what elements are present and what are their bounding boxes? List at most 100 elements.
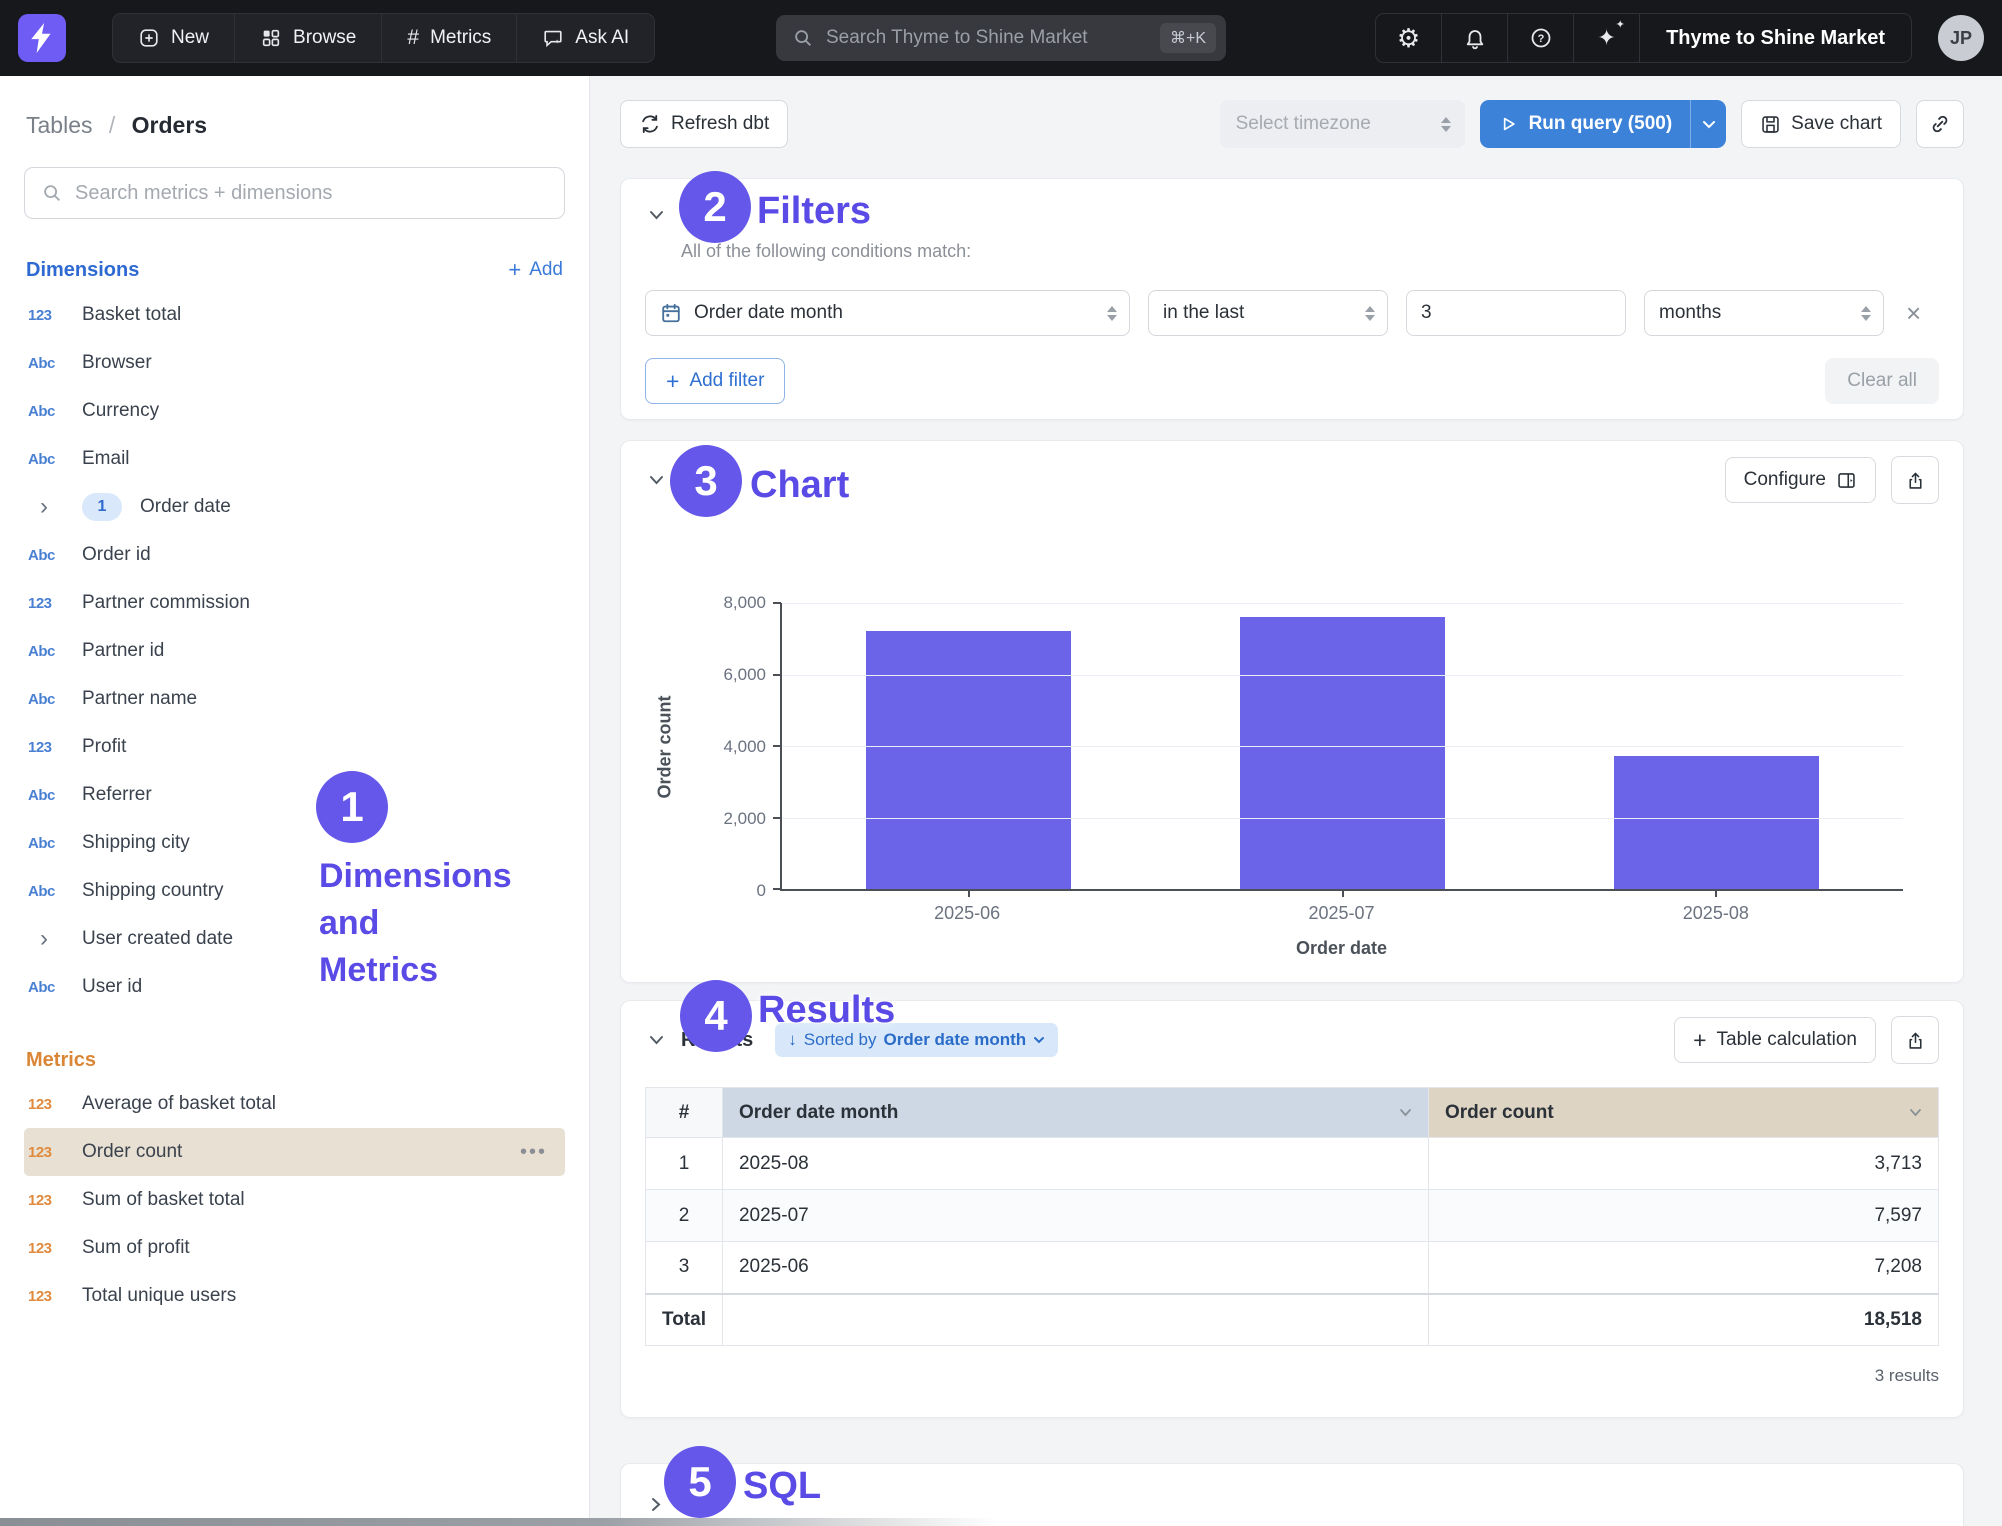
x-axis-title: Order date — [780, 938, 1903, 959]
filters-collapse-chevron[interactable] — [645, 210, 667, 220]
breadcrumb-tables-link[interactable]: Tables — [26, 112, 92, 138]
metric-item[interactable]: 123 Order count ••• — [24, 1128, 565, 1176]
main-menu: New Browse # Metrics Ask AI — [112, 13, 655, 63]
run-query-button[interactable]: Run query (500) — [1480, 100, 1691, 148]
settings-button[interactable]: ⚙ — [1376, 14, 1442, 62]
filter-rule-row: Order date month in the last months — [645, 290, 1939, 336]
dimension-item[interactable]: Abc Referrer — [24, 771, 565, 819]
sorted-by-chip[interactable]: ↓ Sorted by Order date month — [775, 1023, 1058, 1057]
bar-2025-07[interactable] — [1240, 617, 1445, 889]
dimension-column-header[interactable]: Order date month — [722, 1088, 1428, 1138]
table-row: 22025-077,597 — [646, 1190, 1939, 1242]
dimension-item[interactable]: Abc Order id — [24, 531, 565, 579]
help-icon: ? — [1529, 26, 1553, 50]
filter-unit-select[interactable]: months — [1644, 290, 1884, 336]
dimension-item[interactable]: Abc Shipping country — [24, 867, 565, 915]
chart-collapse-chevron[interactable] — [645, 475, 667, 485]
clear-all-button[interactable]: Clear all — [1825, 358, 1939, 404]
metric-item[interactable]: 123 Average of basket total — [24, 1080, 565, 1128]
timezone-select[interactable]: Select timezone — [1220, 100, 1465, 148]
app-logo[interactable] — [18, 14, 66, 62]
refresh-icon — [639, 113, 661, 135]
field-type-icon: › — [26, 927, 82, 951]
remove-filter-button[interactable]: × — [1906, 300, 1921, 326]
sorted-by-field: Order date month — [884, 1030, 1027, 1050]
sort-arrow-icon: ↓ — [788, 1030, 797, 1050]
plus-icon: + — [508, 257, 521, 283]
metric-cell: 7,208 — [1428, 1242, 1938, 1294]
share-link-button[interactable] — [1916, 100, 1964, 148]
export-results-button[interactable] — [1891, 1016, 1939, 1064]
y-tick-mark — [773, 602, 781, 604]
dimension-item[interactable]: › 1 Order date — [24, 483, 565, 531]
fields-search-box[interactable] — [24, 167, 565, 219]
sql-collapse-chevron[interactable] — [645, 1497, 667, 1512]
filter-field-select[interactable]: Order date month — [645, 290, 1130, 336]
field-label: Total unique users — [82, 1285, 236, 1307]
dimension-item[interactable]: 123 Basket total — [24, 291, 565, 339]
results-collapse-chevron[interactable] — [645, 1035, 667, 1045]
search-icon — [792, 27, 814, 49]
fields-search-input[interactable] — [75, 182, 548, 205]
row-menu-icon[interactable]: ••• — [520, 1141, 563, 1164]
dimension-item[interactable]: Abc Browser — [24, 339, 565, 387]
dimension-item[interactable]: Abc Currency — [24, 387, 565, 435]
add-dimension-button[interactable]: +Add — [508, 257, 563, 283]
field-label: Order id — [82, 544, 151, 566]
chevron-down-icon — [649, 1035, 664, 1045]
run-query-split-button: Run query (500) — [1480, 100, 1727, 148]
org-switcher[interactable]: Thyme to Shine Market — [1640, 14, 1911, 62]
dimension-item[interactable]: Abc User id — [24, 963, 565, 1011]
table-calculation-button[interactable]: + Table calculation — [1674, 1017, 1876, 1063]
x-tick-mark — [968, 891, 970, 897]
chevron-down-icon — [649, 475, 664, 485]
metric-column-header[interactable]: Order count — [1428, 1088, 1938, 1138]
ask-ai-menu-item[interactable]: Ask AI — [517, 14, 654, 62]
chart-plot-area — [780, 603, 1903, 891]
notifications-button[interactable] — [1442, 14, 1508, 62]
dimension-item[interactable]: 123 Profit — [24, 723, 565, 771]
help-button[interactable]: ? — [1508, 14, 1574, 62]
export-chart-button[interactable] — [1891, 456, 1939, 504]
refresh-dbt-button[interactable]: Refresh dbt — [620, 100, 788, 148]
table-total-row: Total18,518 — [646, 1294, 1939, 1346]
dimension-item[interactable]: Abc Email — [24, 435, 565, 483]
select-carets-icon — [1861, 306, 1871, 321]
grid-icon — [260, 27, 282, 49]
row-number-cell: 1 — [646, 1138, 723, 1190]
metrics-menu-item[interactable]: # Metrics — [382, 14, 517, 62]
browse-menu-label: Browse — [293, 27, 356, 49]
filter-value-input[interactable] — [1407, 291, 1626, 335]
dimension-item[interactable]: 123 Partner commission — [24, 579, 565, 627]
filter-operator-select[interactable]: in the last — [1148, 290, 1388, 336]
configure-chart-button[interactable]: Configure — [1725, 457, 1876, 503]
run-query-label: Run query (500) — [1529, 113, 1673, 135]
save-chart-button[interactable]: Save chart — [1741, 100, 1901, 148]
metrics-section: Metrics 123 Average of basket total 123 … — [24, 1049, 565, 1320]
new-menu-item[interactable]: New — [113, 14, 235, 62]
bar-2025-08[interactable] — [1614, 756, 1819, 889]
dimension-item[interactable]: Abc Shipping city — [24, 819, 565, 867]
metric-item[interactable]: 123 Sum of basket total — [24, 1176, 565, 1224]
dimension-cell: 2025-08 — [722, 1138, 1428, 1190]
svg-text:?: ? — [1537, 33, 1544, 45]
y-axis-title: Order count — [655, 695, 676, 798]
calendar-icon — [660, 302, 682, 324]
metric-item[interactable]: 123 Sum of profit — [24, 1224, 565, 1272]
dimensions-title: Dimensions — [26, 259, 139, 282]
dimension-item[interactable]: Abc Partner name — [24, 675, 565, 723]
dimension-item[interactable]: › User created date — [24, 915, 565, 963]
ai-assistant-button[interactable]: ✦✦ — [1574, 14, 1640, 62]
run-query-dropdown[interactable] — [1690, 100, 1726, 148]
dimension-item[interactable]: Abc Partner id — [24, 627, 565, 675]
total-value-cell: 18,518 — [1428, 1294, 1938, 1346]
add-filter-button[interactable]: + Add filter — [645, 358, 785, 404]
global-search-input[interactable]: Search Thyme to Shine Market ⌘+K — [776, 15, 1226, 61]
total-empty-cell — [722, 1294, 1428, 1346]
browse-menu-item[interactable]: Browse — [235, 14, 382, 62]
user-avatar[interactable]: JP — [1938, 15, 1984, 61]
bar-2025-06[interactable] — [866, 631, 1071, 889]
sorted-by-text: Sorted by — [804, 1030, 877, 1050]
metric-item[interactable]: 123 Total unique users — [24, 1272, 565, 1320]
field-type-icon: Abc — [26, 835, 82, 852]
